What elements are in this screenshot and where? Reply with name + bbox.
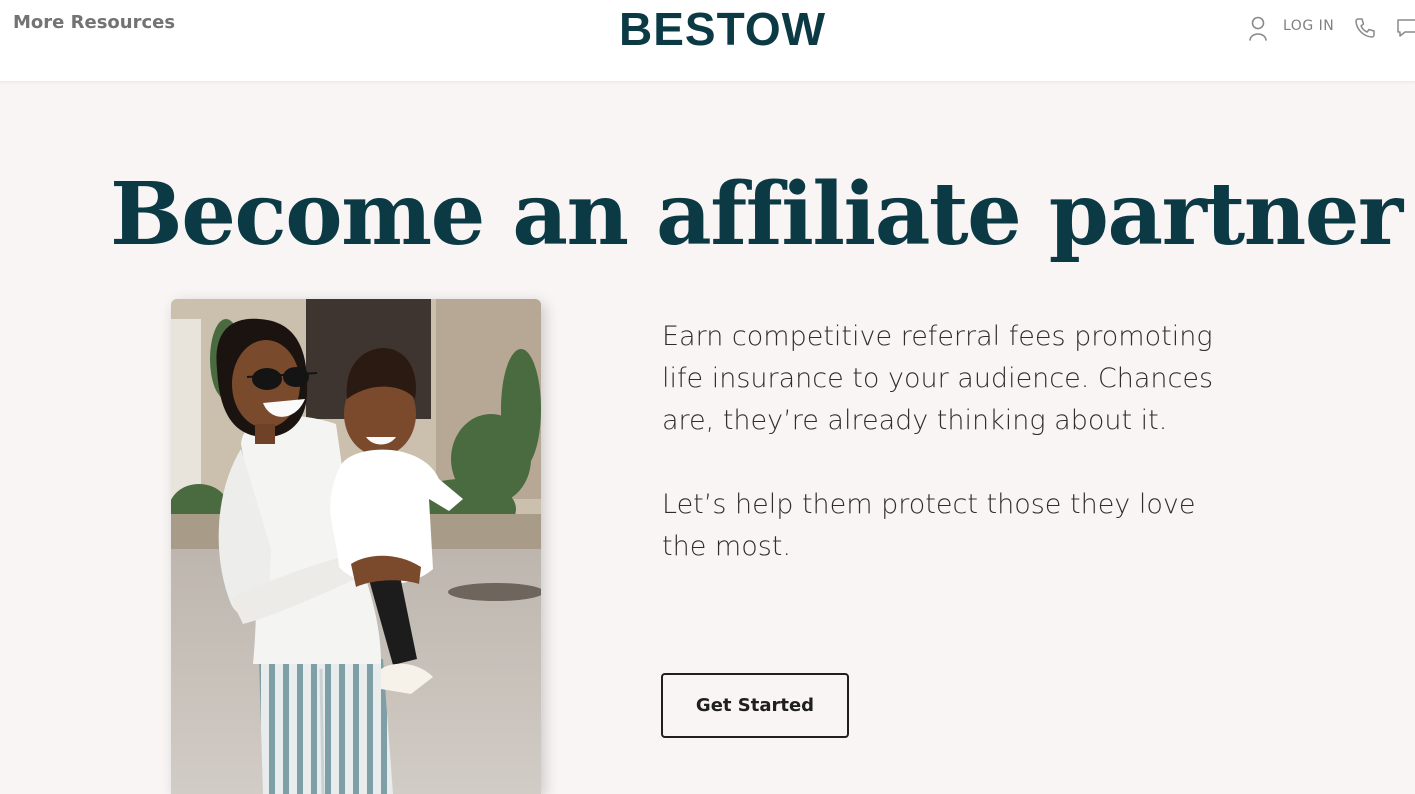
site-header: More Resources BESTOW LOG IN [0,0,1415,82]
hero-description: Earn competitive referral fees promoting… [662,316,1222,610]
hero-paragraph-2: Let’s help them protect those they love … [662,489,1196,562]
more-resources-link[interactable]: More Resources [13,12,175,33]
chat-icon[interactable] [1395,16,1415,40]
hero-photo-mother-and-baby [171,299,541,794]
login-link[interactable]: LOG IN [1283,18,1334,34]
user-icon[interactable] [1245,14,1271,42]
phone-icon[interactable] [1353,16,1377,40]
page-headline: Become an affiliate partner [110,164,1403,265]
hero-photo-illustration [171,299,541,794]
get-started-button[interactable]: Get Started [661,673,849,738]
hero-paragraph-1: Earn competitive referral fees promoting… [662,321,1214,436]
bestow-logo[interactable]: BESTOW [619,2,825,56]
